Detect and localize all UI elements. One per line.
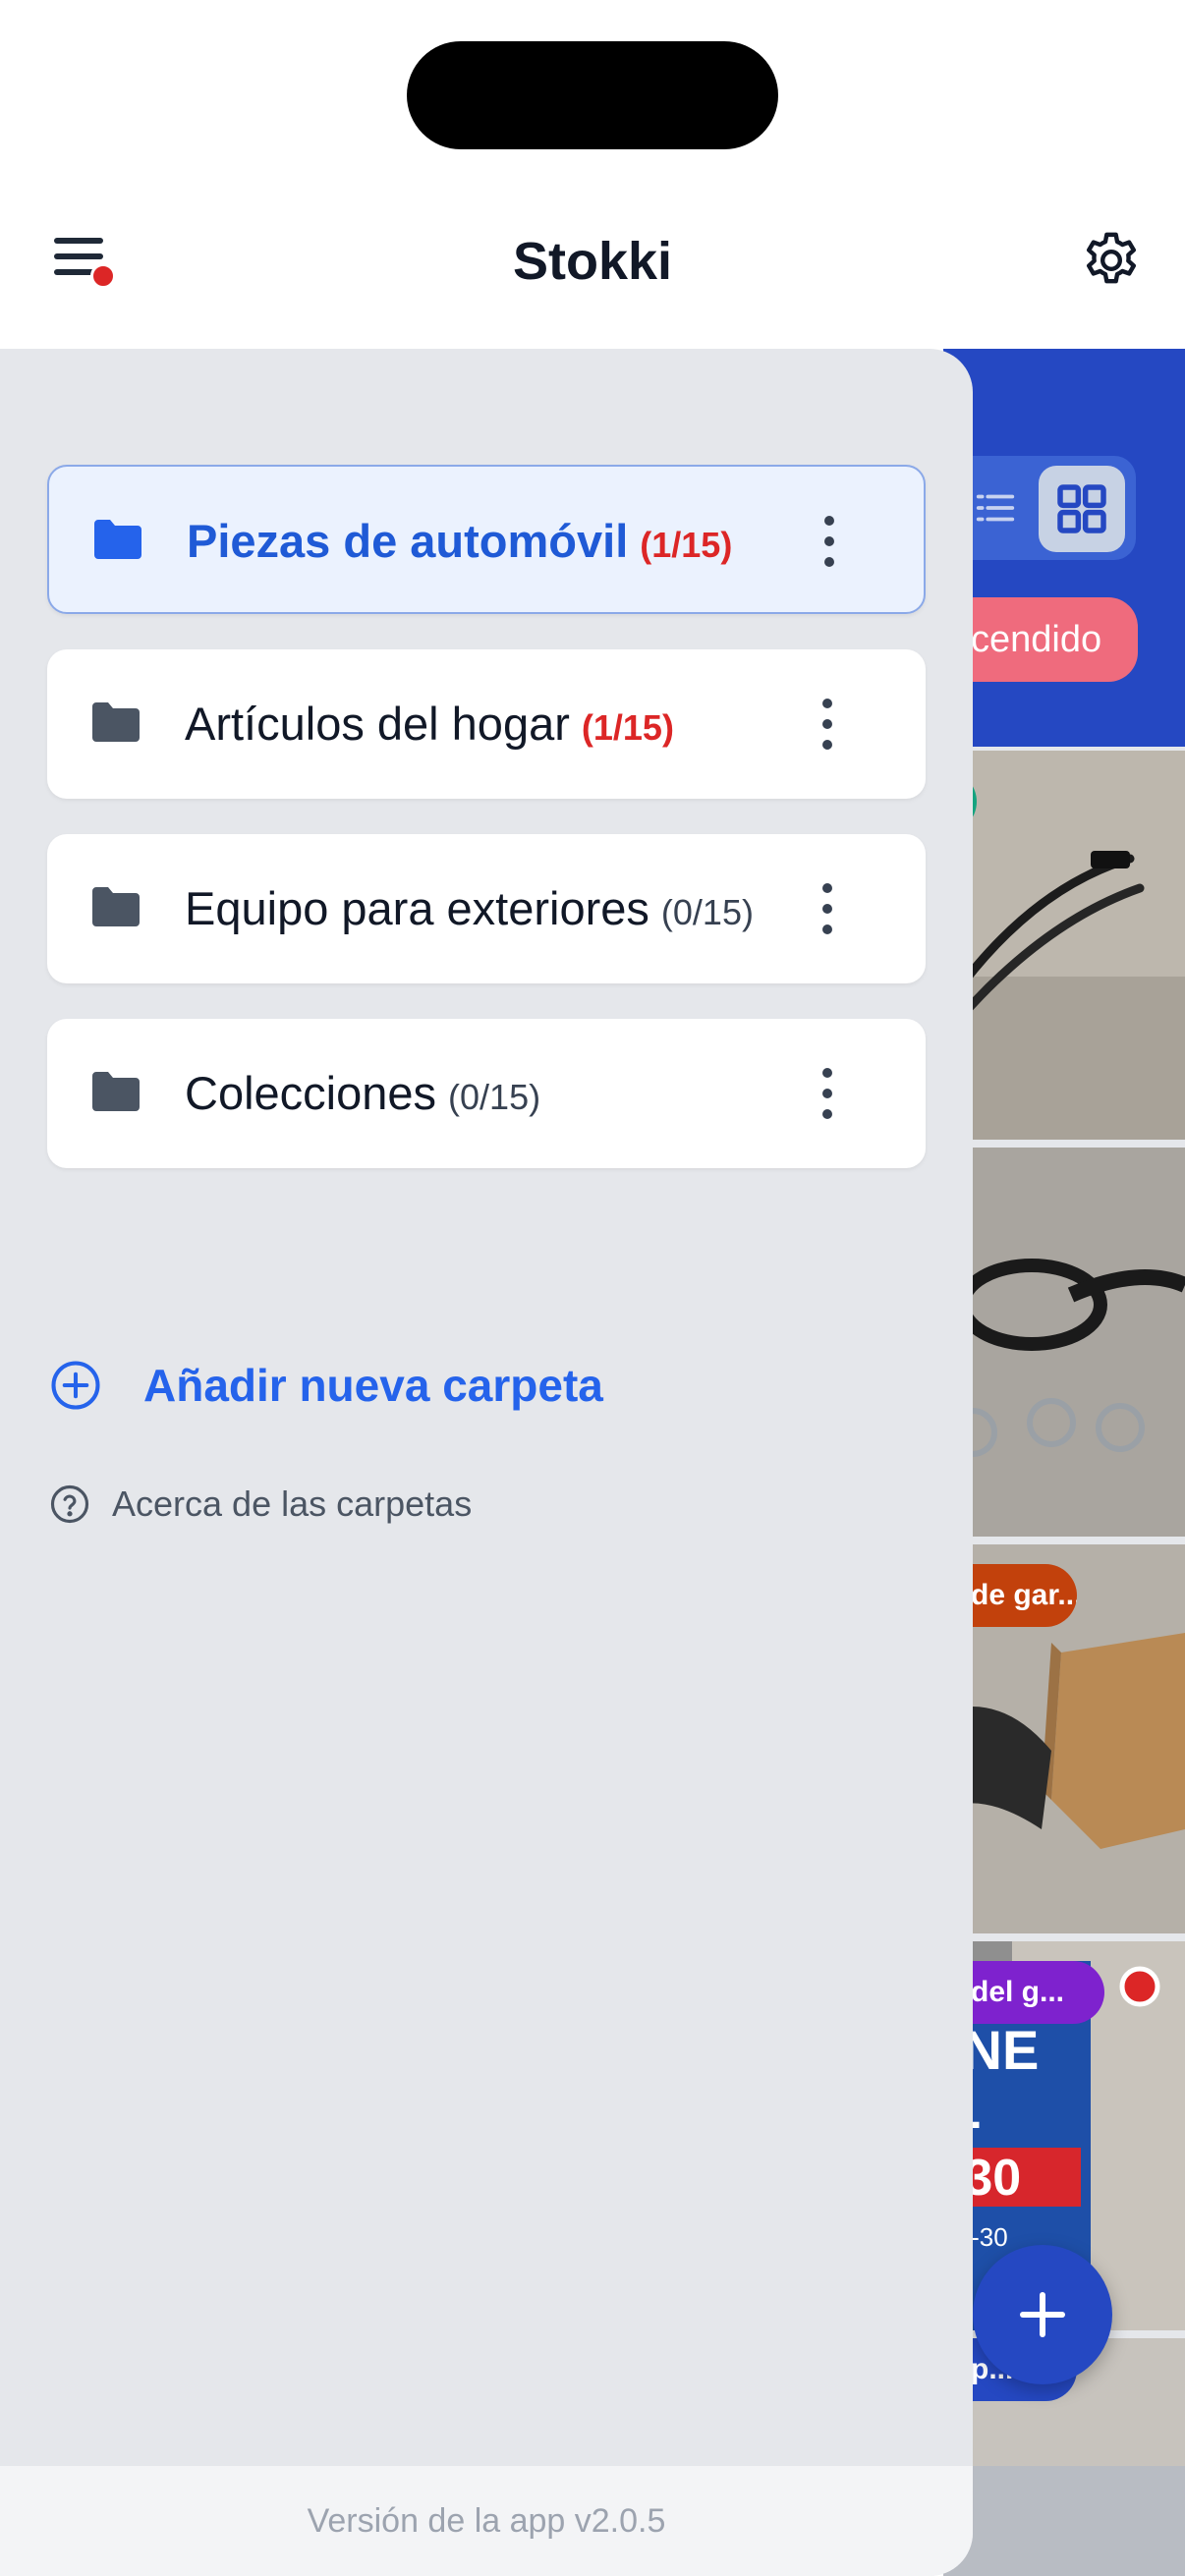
app-title: Stokki bbox=[512, 232, 673, 291]
folder-item-equipo-para-exteriores[interactable]: Equipo para exteriores (0/15) bbox=[47, 834, 926, 983]
wiper-blades-image bbox=[943, 751, 1185, 1140]
app-version: Versión de la app v2.0.5 bbox=[307, 2502, 666, 2540]
folder-name: Equipo para exteriores bbox=[185, 882, 649, 934]
add-item-button[interactable] bbox=[973, 2245, 1112, 2384]
item-card[interactable]: de gar... bbox=[943, 1544, 1185, 1933]
folder-label: Artículos del hogar (1/15) bbox=[185, 649, 674, 799]
grid-view-icon bbox=[1057, 484, 1106, 533]
plus-circle-icon bbox=[51, 1361, 100, 1410]
folder-label: Equipo para exteriores (0/15) bbox=[185, 834, 754, 983]
drawer-scrim[interactable] bbox=[943, 2466, 1185, 2576]
gear-icon bbox=[1086, 232, 1137, 284]
folder-options-icon[interactable] bbox=[806, 516, 853, 567]
folder-icon bbox=[92, 702, 140, 742]
plus-icon-stroke bbox=[1040, 2292, 1045, 2337]
folder-count: (0/15) bbox=[660, 892, 754, 932]
folder-icon bbox=[92, 887, 140, 926]
folder-options-icon[interactable] bbox=[804, 1068, 851, 1119]
grid-view-button[interactable] bbox=[1039, 466, 1125, 552]
folder-name: Artículos del hogar bbox=[185, 698, 570, 750]
settings-button[interactable] bbox=[1079, 228, 1144, 293]
folder-item-colecciones[interactable]: Colecciones (0/15) bbox=[47, 1019, 926, 1168]
folder-icon bbox=[92, 1072, 140, 1111]
folder-icon bbox=[94, 520, 141, 559]
device-notch bbox=[407, 41, 778, 149]
folder-label: Colecciones (0/15) bbox=[185, 1019, 540, 1168]
folder-options-icon[interactable] bbox=[804, 883, 851, 934]
folder-name: Piezas de automóvil bbox=[187, 515, 629, 567]
folder-name: Colecciones bbox=[185, 1067, 437, 1119]
hoses-and-clamps-image bbox=[943, 1148, 1185, 1537]
item-card[interactable] bbox=[943, 1148, 1185, 1537]
app-header: Stokki bbox=[0, 187, 1185, 349]
folder-item-articulos-del-hogar[interactable]: Artículos del hogar (1/15) bbox=[47, 649, 926, 799]
folder-count: (1/15) bbox=[640, 525, 733, 565]
about-folders-label: Acerca de las carpetas bbox=[112, 1484, 473, 1524]
item-grid: de gar... INE L -30 W-30 del g... p... bbox=[943, 747, 1185, 2476]
folder-label: Piezas de automóvil (1/15) bbox=[187, 467, 732, 616]
version-footer: Versión de la app v2.0.5 bbox=[0, 2466, 973, 2576]
folder-count: (0/15) bbox=[448, 1077, 541, 1117]
folder-count: (1/15) bbox=[581, 707, 674, 748]
folder-drawer: Piezas de automóvil (1/15) Artículos del … bbox=[0, 349, 973, 2576]
folder-options-icon[interactable] bbox=[804, 699, 851, 750]
item-card[interactable] bbox=[943, 751, 1185, 1140]
list-view-icon[interactable] bbox=[973, 485, 1018, 531]
help-circle-icon bbox=[50, 1484, 89, 1524]
folder-item-piezas-de-automovil[interactable]: Piezas de automóvil (1/15) bbox=[47, 465, 926, 614]
add-folder-label: Añadir nueva carpeta bbox=[143, 1360, 603, 1411]
